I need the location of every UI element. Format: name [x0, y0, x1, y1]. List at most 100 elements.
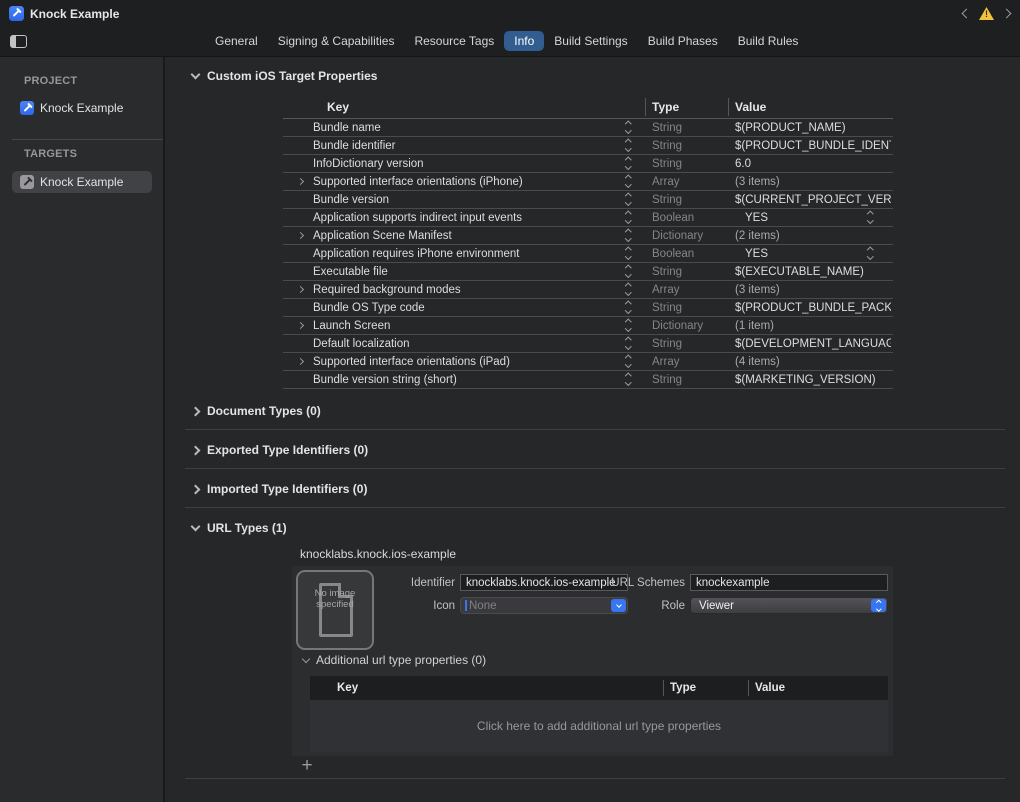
tab-bar-container: General Signing & Capabilities Resource Ta… — [0, 27, 1020, 57]
section-divider — [185, 468, 1005, 469]
property-row[interactable]: Bundle version String $(CURRENT_PROJECT_… — [283, 191, 893, 209]
property-value[interactable]: $(PRODUCT_BUNDLE_PACKAGE_TYPE) — [735, 302, 891, 314]
property-key: Supported interface orientations (iPad) — [313, 356, 510, 368]
key-stepper-icon[interactable] — [626, 194, 631, 204]
section-exported-types-header[interactable]: Exported Type Identifiers (0) — [192, 443, 368, 457]
section-divider — [185, 429, 1005, 430]
disclosure-chevron-icon[interactable] — [297, 232, 304, 239]
property-row[interactable]: Bundle OS Type code String $(PRODUCT_BUN… — [283, 299, 893, 317]
property-type: Array — [652, 176, 679, 188]
url-schemes-label: URL Schemes — [585, 577, 685, 589]
tab-info[interactable]: Info — [504, 31, 544, 51]
disclosure-chevron-icon[interactable] — [297, 322, 304, 329]
section-title: Custom iOS Target Properties — [207, 69, 377, 83]
key-stepper-icon[interactable] — [626, 266, 631, 276]
property-type: String — [652, 194, 682, 206]
property-key: Bundle name — [313, 122, 381, 134]
property-row[interactable]: Bundle name String $(PRODUCT_NAME) — [283, 119, 893, 137]
url-type-card: No image specified Identifier knocklabs.… — [292, 566, 893, 756]
key-stepper-icon[interactable] — [626, 158, 631, 168]
tab-build-phases[interactable]: Build Phases — [638, 31, 728, 51]
key-stepper-icon[interactable] — [626, 122, 631, 132]
boolean-stepper-icon[interactable] — [868, 248, 873, 258]
property-value[interactable]: YES — [745, 248, 901, 260]
property-row[interactable]: Supported interface orientations (iPad) … — [283, 353, 893, 371]
tab-signing-capabilities[interactable]: Signing & Capabilities — [268, 31, 405, 51]
disclosure-chevron-icon[interactable] — [297, 358, 304, 365]
tab-resource-tags[interactable]: Resource Tags — [404, 31, 504, 51]
property-value[interactable]: 6.0 — [735, 158, 891, 170]
property-value[interactable]: $(EXECUTABLE_NAME) — [735, 266, 891, 278]
additional-properties-header[interactable]: Additional url type properties (0) — [303, 653, 486, 667]
toggle-sidebar-icon[interactable] — [10, 35, 27, 48]
navigate-back-icon[interactable] — [962, 9, 972, 19]
column-header-type: Type — [670, 682, 696, 694]
sidebar-item-project[interactable]: Knock Example — [12, 97, 152, 119]
property-value[interactable]: (4 items) — [735, 356, 891, 368]
property-row[interactable]: Default localization String $(DEVELOPMEN… — [283, 335, 893, 353]
property-row[interactable]: Bundle identifier String $(PRODUCT_BUNDL… — [283, 137, 893, 155]
chevron-right-icon — [191, 484, 201, 494]
key-stepper-icon[interactable] — [626, 302, 631, 312]
sidebar-item-target[interactable]: Knock Example — [12, 171, 152, 193]
column-header-key: Key — [337, 682, 358, 694]
key-stepper-icon[interactable] — [626, 212, 631, 222]
property-row[interactable]: Bundle version string (short) String $(M… — [283, 371, 893, 389]
key-stepper-icon[interactable] — [626, 140, 631, 150]
tab-build-rules[interactable]: Build Rules — [728, 31, 809, 51]
navigate-forward-icon[interactable] — [1002, 9, 1012, 19]
key-stepper-icon[interactable] — [626, 284, 631, 294]
property-type: Dictionary — [652, 320, 703, 332]
property-row[interactable]: Executable file String $(EXECUTABLE_NAME… — [283, 263, 893, 281]
property-value[interactable]: (1 item) — [735, 320, 891, 332]
section-custom-props-header[interactable]: Custom iOS Target Properties — [192, 69, 377, 83]
key-stepper-icon[interactable] — [626, 176, 631, 186]
boolean-stepper-icon[interactable] — [868, 212, 873, 222]
property-value[interactable]: $(MARKETING_VERSION) — [735, 374, 891, 386]
property-row[interactable]: Application Scene Manifest Dictionary (2… — [283, 227, 893, 245]
warning-icon[interactable]: ! — [979, 7, 994, 20]
url-schemes-field[interactable]: knockexample — [690, 574, 888, 591]
key-stepper-icon[interactable] — [626, 320, 631, 330]
property-value[interactable]: (2 items) — [735, 230, 891, 242]
disclosure-chevron-icon[interactable] — [297, 286, 304, 293]
property-type: String — [652, 374, 682, 386]
column-header-value: Value — [755, 682, 785, 694]
add-url-type-button[interactable]: + — [298, 757, 316, 775]
property-key: Application Scene Manifest — [313, 230, 452, 242]
section-imported-types-header[interactable]: Imported Type Identifiers (0) — [192, 482, 367, 496]
property-value[interactable]: $(DEVELOPMENT_LANGUAGE) — [735, 338, 891, 350]
key-stepper-icon[interactable] — [626, 356, 631, 366]
property-value[interactable]: $(CURRENT_PROJECT_VERSION) — [735, 194, 891, 206]
tab-general[interactable]: General — [205, 31, 268, 51]
property-row[interactable]: Application requires iPhone environment … — [283, 245, 893, 263]
property-type: Boolean — [652, 212, 694, 224]
property-row[interactable]: Supported interface orientations (iPhone… — [283, 173, 893, 191]
property-value[interactable]: (3 items) — [735, 284, 891, 296]
property-type: String — [652, 302, 682, 314]
section-document-types-header[interactable]: Document Types (0) — [192, 404, 321, 418]
property-row[interactable]: Required background modes Array (3 items… — [283, 281, 893, 299]
property-row[interactable]: InfoDictionary version String 6.0 — [283, 155, 893, 173]
role-popup-button[interactable]: Viewer — [690, 597, 888, 614]
property-row[interactable]: Application supports indirect input even… — [283, 209, 893, 227]
add-additional-properties-prompt[interactable]: Click here to add additional url type pr… — [310, 700, 888, 752]
property-value[interactable]: $(PRODUCT_NAME) — [735, 122, 891, 134]
section-url-types-header[interactable]: URL Types (1) — [192, 521, 287, 535]
tab-bar: General Signing & Capabilities Resource Ta… — [205, 31, 808, 51]
target-icon — [20, 175, 34, 189]
additional-properties-title: Additional url type properties (0) — [316, 653, 486, 667]
tab-label: General — [215, 34, 258, 48]
tab-label: Signing & Capabilities — [278, 34, 395, 48]
property-value[interactable]: YES — [745, 212, 901, 224]
disclosure-chevron-icon[interactable] — [297, 178, 304, 185]
tab-build-settings[interactable]: Build Settings — [544, 31, 637, 51]
property-value[interactable]: (3 items) — [735, 176, 891, 188]
key-stepper-icon[interactable] — [626, 248, 631, 258]
key-stepper-icon[interactable] — [626, 374, 631, 384]
sidebar: PROJECT Knock Example TARGETS Knock Exam… — [0, 57, 163, 802]
property-value[interactable]: $(PRODUCT_BUNDLE_IDENTIFIER) — [735, 140, 891, 152]
property-row[interactable]: Launch Screen Dictionary (1 item) — [283, 317, 893, 335]
key-stepper-icon[interactable] — [626, 230, 631, 240]
key-stepper-icon[interactable] — [626, 338, 631, 348]
